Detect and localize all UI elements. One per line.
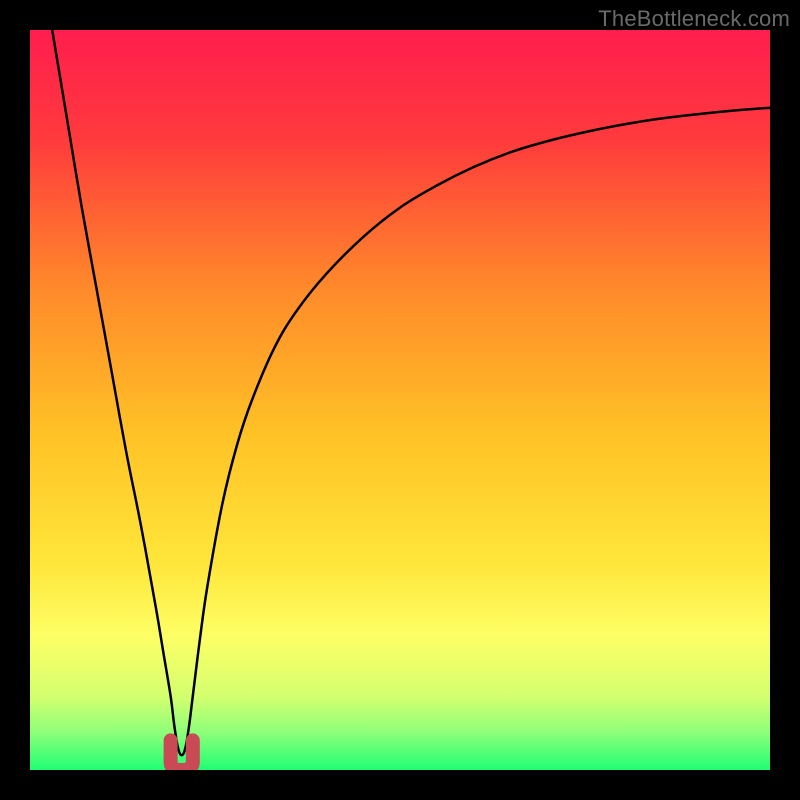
chart-svg <box>30 30 770 770</box>
watermark-text: TheBottleneck.com <box>598 6 790 32</box>
plot-area <box>30 30 770 770</box>
chart-background <box>30 30 770 770</box>
chart-frame: TheBottleneck.com <box>0 0 800 800</box>
